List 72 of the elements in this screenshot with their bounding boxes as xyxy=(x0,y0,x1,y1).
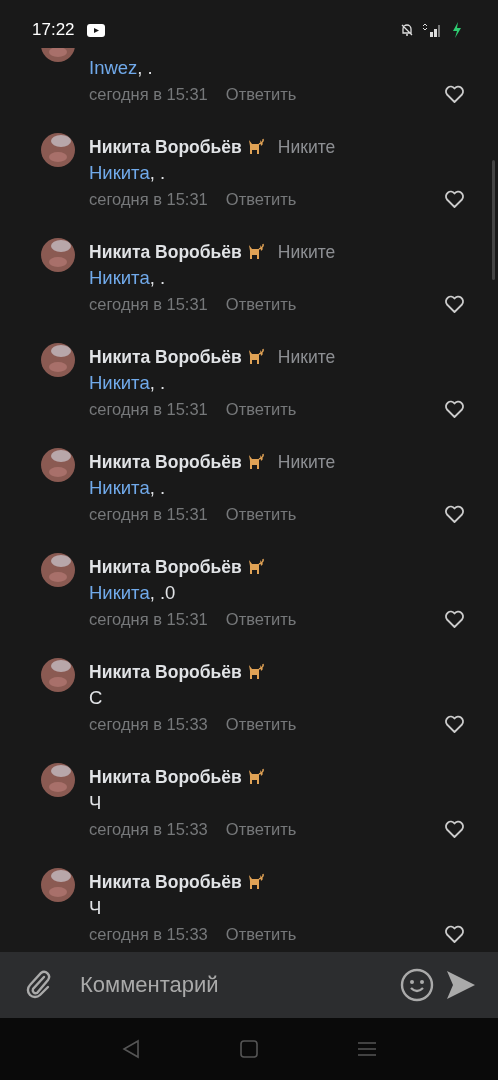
reply-link[interactable]: Ответить xyxy=(225,924,297,944)
heart-icon[interactable] xyxy=(444,399,465,419)
reply-link[interactable]: Ответить xyxy=(225,84,297,104)
author-name[interactable]: Никита Воробьёв xyxy=(89,556,242,578)
reply-link[interactable]: Ответить xyxy=(225,819,297,839)
comment-time: сегодня в 15:31 xyxy=(89,294,208,314)
avatar xyxy=(41,238,75,272)
comment-field[interactable]: Комментарий xyxy=(78,971,388,999)
comment-text: Ч xyxy=(89,791,103,815)
comment-time: сегодня в 15:31 xyxy=(89,504,208,524)
avatar xyxy=(41,553,75,587)
comment-time: сегодня в 15:31 xyxy=(89,84,208,104)
heart-icon[interactable] xyxy=(444,294,465,314)
avatar xyxy=(41,763,75,797)
comment-text: Inwez, . xyxy=(89,56,154,80)
comment-text: Ч xyxy=(89,896,103,920)
comment-text: Никита, . xyxy=(89,161,167,185)
mention-link[interactable]: Никита xyxy=(89,162,150,183)
author-name[interactable]: Никита Воробьёв xyxy=(89,451,242,473)
comment-time: сегодня в 15:33 xyxy=(89,819,208,839)
mention-link[interactable]: Никита xyxy=(89,267,150,288)
avatar xyxy=(41,868,75,902)
reply-link[interactable]: Ответить xyxy=(225,189,297,209)
smiley-icon[interactable] xyxy=(400,968,434,1002)
comment-text: Никита, . xyxy=(89,266,167,290)
charging-icon xyxy=(452,22,462,38)
comment-text: Никита, . xyxy=(89,476,167,500)
reply-link[interactable]: Ответить xyxy=(225,504,297,524)
reply-to-name[interactable]: Никите xyxy=(277,346,336,368)
reply-link[interactable]: Ответить xyxy=(225,294,297,314)
mention-link[interactable]: Никита xyxy=(89,372,150,393)
comment-text: Никита, .0 xyxy=(89,581,177,605)
author-name[interactable]: Никита Воробьёв xyxy=(89,766,242,788)
send-icon[interactable] xyxy=(446,970,476,1000)
avatar xyxy=(41,658,75,692)
reply-link[interactable]: Ответить xyxy=(225,609,297,629)
home-icon[interactable] xyxy=(240,1040,258,1058)
mention-link[interactable]: Никита xyxy=(89,477,150,498)
author-name[interactable]: Никита Воробьёв xyxy=(89,871,242,893)
reply-to-name[interactable]: Никите xyxy=(277,136,336,158)
heart-icon[interactable] xyxy=(444,819,465,839)
reply-link[interactable]: Ответить xyxy=(225,399,297,419)
comment-time: сегодня в 15:31 xyxy=(89,399,208,419)
comment-time: сегодня в 15:33 xyxy=(89,714,208,734)
heart-icon[interactable] xyxy=(444,189,465,209)
comment-time: сегодня в 15:31 xyxy=(89,189,208,209)
avatar xyxy=(41,133,75,167)
avatar xyxy=(41,343,75,377)
comment-time: сегодня в 15:31 xyxy=(89,609,208,629)
heart-icon[interactable] xyxy=(444,924,465,944)
reply-to-name[interactable]: Никите xyxy=(277,451,336,473)
video-app-icon xyxy=(86,23,105,37)
heart-icon[interactable] xyxy=(444,504,465,524)
comment-text: Никита, . xyxy=(89,371,167,395)
comment-text: С xyxy=(89,686,104,710)
clock-time: 17:22 xyxy=(32,20,75,40)
author-name[interactable]: Никита Воробьёв xyxy=(89,136,242,158)
heart-icon[interactable] xyxy=(444,84,465,104)
comment-bar[interactable]: Комментарий xyxy=(0,952,498,1018)
heart-icon[interactable] xyxy=(444,609,465,629)
muted-bell-icon xyxy=(400,23,414,37)
back-icon[interactable] xyxy=(122,1039,140,1059)
author-name[interactable]: Никита Воробьёв xyxy=(89,346,242,368)
comment-time: сегодня в 15:33 xyxy=(89,924,208,944)
reply-link[interactable]: Ответить xyxy=(225,714,297,734)
author-name[interactable]: Никита Воробьёв xyxy=(89,241,242,263)
heart-icon[interactable] xyxy=(444,714,465,734)
reply-to-name[interactable]: Никите xyxy=(277,241,336,263)
mention-link[interactable]: Никита xyxy=(89,582,150,603)
avatar xyxy=(41,448,75,482)
author-name[interactable]: Никита Воробьёв xyxy=(89,661,242,683)
mention-link[interactable]: Inwez xyxy=(89,57,138,78)
